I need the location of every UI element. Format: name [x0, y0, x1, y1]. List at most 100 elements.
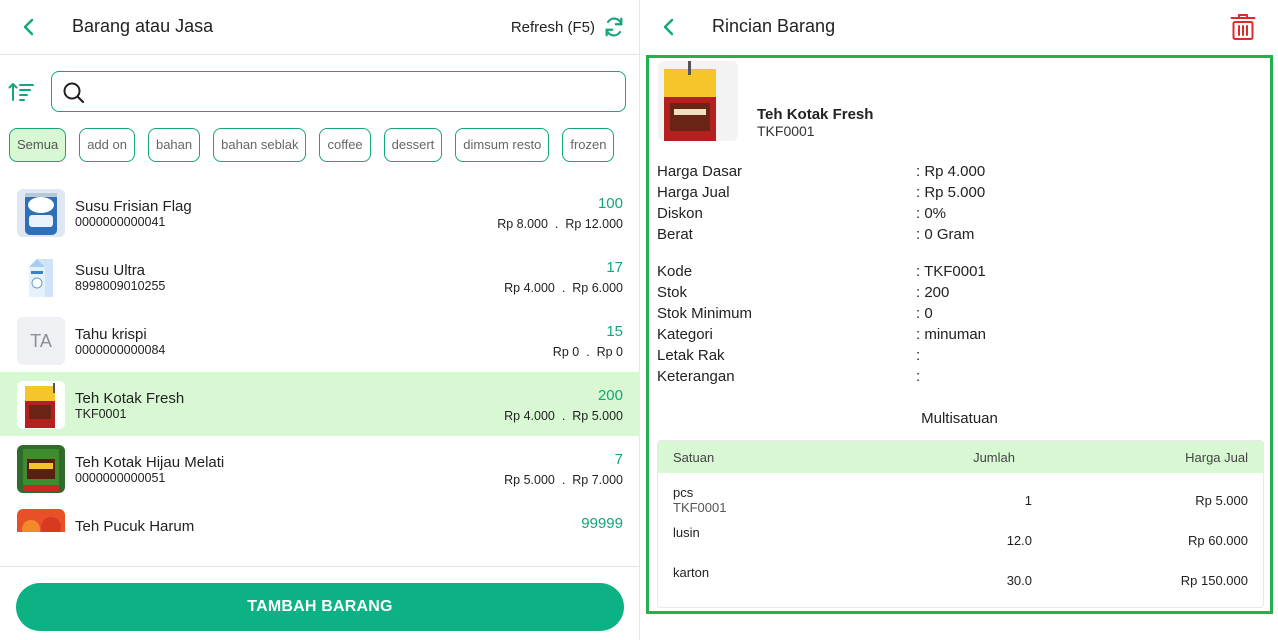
- tea-box-image: [17, 381, 65, 429]
- unit-qty: 1: [1024, 493, 1032, 508]
- search-icon: [63, 82, 85, 104]
- field-value: : 0 Gram: [916, 226, 975, 243]
- refresh-icon: [605, 17, 623, 37]
- chip-semua[interactable]: Semua: [9, 128, 67, 162]
- item-sell-price: Rp 5.000: [572, 409, 623, 423]
- unit-name: pcs: [673, 485, 694, 500]
- table-row: karton 30.0 Rp 150.000: [658, 565, 1263, 605]
- field-value: :: [916, 347, 921, 364]
- item-list: Susu Frisian Flag 0000000000041 100 Rp 8…: [0, 180, 640, 532]
- refresh-label: Refresh (F5): [510, 18, 595, 36]
- item-name: Teh Pucuk Harum: [75, 518, 195, 532]
- product-thumbnail: [17, 445, 65, 493]
- field-label: Keterangan: [657, 368, 735, 385]
- chip-add-on[interactable]: add on: [79, 128, 135, 162]
- product-initials-avatar: TA: [17, 317, 65, 365]
- field-label: Kode: [657, 263, 693, 280]
- item-sell-price: Rp 0: [596, 345, 623, 359]
- field-harga-dasar: Harga Dasar: Rp 4.000: [657, 163, 985, 180]
- item-stock: 15: [606, 323, 623, 340]
- price-separator: .: [586, 345, 590, 359]
- refresh-button[interactable]: Refresh (F5): [511, 13, 625, 41]
- item-code: 8998009010255: [75, 279, 166, 293]
- column-header-qty: Jumlah: [973, 450, 1015, 465]
- item-price: Rp 8.000 . Rp 12.000: [497, 217, 623, 231]
- list-item[interactable]: Teh Kotak Hijau Melati 0000000000051 7 R…: [0, 436, 640, 500]
- delete-button[interactable]: [1230, 13, 1256, 41]
- chip-frozen[interactable]: frozen: [562, 128, 615, 162]
- item-name: Teh Kotak Fresh: [75, 390, 185, 407]
- item-name: Tahu krispi: [75, 326, 147, 343]
- unit-qty: 12.0: [1006, 533, 1032, 548]
- chip-bahan[interactable]: bahan: [147, 128, 201, 162]
- table-row: lusin 12.0 Rp 60.000: [658, 525, 1263, 565]
- chevron-left-icon: [23, 18, 34, 36]
- back-button[interactable]: [654, 13, 682, 41]
- item-price: Rp 4.000 . Rp 5.000: [504, 409, 623, 423]
- search-input[interactable]: [96, 78, 616, 105]
- detail-header: Rincian Barang: [640, 0, 1278, 55]
- multisatuan-title: Multisatuan: [921, 410, 998, 427]
- table-header: Satuan Jumlah Harga Jual: [658, 441, 1263, 473]
- item-base-price: Rp 0: [552, 345, 580, 359]
- field-value: : 0: [916, 305, 933, 322]
- column-header-price: Harga Jual: [1185, 450, 1248, 465]
- list-item[interactable]: TA Tahu krispi 0000000000084 15 Rp 0 . R…: [0, 308, 640, 372]
- field-value: : 0%: [916, 205, 947, 222]
- field-label: Berat: [657, 226, 693, 243]
- milk-carton-image: [17, 253, 65, 301]
- unit-price: Rp 5.000: [1195, 493, 1248, 508]
- item-sell-price: Rp 12.000: [565, 217, 623, 231]
- item-list-panel: Barang atau Jasa Refresh (F5) Semua add o…: [0, 0, 640, 640]
- field-berat: Berat : 0 Gram: [657, 226, 974, 243]
- field-value: : Rp 5.000: [916, 184, 986, 201]
- chip-bahan-seblak[interactable]: bahan seblak: [213, 128, 307, 162]
- product-thumbnail: [17, 381, 65, 429]
- chip-coffee[interactable]: coffee: [319, 128, 371, 162]
- list-header: Barang atau Jasa Refresh (F5): [0, 0, 639, 55]
- unit-code: TKF0001: [673, 500, 727, 515]
- product-image: [658, 61, 738, 141]
- unit-price: Rp 150.000: [1180, 573, 1248, 588]
- price-separator: .: [554, 217, 559, 231]
- sort-button[interactable]: [8, 80, 36, 106]
- item-price: Rp 0 . Rp 0: [553, 345, 623, 359]
- multisatuan-table: Satuan Jumlah Harga Jual pcs TKF0001 1 R…: [657, 440, 1264, 608]
- item-code: 0000000000051: [75, 471, 166, 485]
- footer-divider: [0, 566, 640, 567]
- tea-box-image: [658, 61, 738, 141]
- field-stok: Stok: 200: [657, 284, 949, 301]
- tea-bottle-image: [17, 509, 65, 532]
- category-chips: Semua add on bahan bahan seblak coffee desser…: [9, 128, 640, 162]
- field-diskon: Diskon : 0%: [657, 205, 946, 222]
- item-name: Susu Ultra: [75, 262, 146, 279]
- chevron-left-icon: [663, 18, 674, 36]
- back-button[interactable]: [14, 13, 42, 41]
- item-stock: 99999: [581, 515, 623, 532]
- page-title: Barang atau Jasa: [72, 16, 214, 36]
- field-stok-minimum: Stok Minimum: 0: [657, 305, 933, 322]
- list-item-selected[interactable]: Teh Kotak Fresh TKF0001 200 Rp 4.000 . R…: [0, 372, 640, 436]
- list-item[interactable]: Susu Frisian Flag 0000000000041 100 Rp 8…: [0, 180, 640, 244]
- field-value: :: [916, 368, 921, 385]
- chip-dimsum-resto[interactable]: dimsum resto: [455, 128, 550, 162]
- field-label: Diskon: [657, 205, 703, 222]
- list-item[interactable]: Teh Pucuk Harum 99999: [0, 500, 640, 532]
- field-label: Harga Jual: [657, 184, 730, 201]
- item-code: TKF0001: [75, 407, 127, 421]
- detail-item-code: TKF0001: [757, 123, 815, 139]
- chip-dessert[interactable]: dessert: [383, 128, 443, 162]
- detail-card: Teh Kotak Fresh TKF0001 Harga Dasar: Rp …: [646, 55, 1273, 614]
- field-kode: Kode : TKF0001: [657, 263, 986, 280]
- field-value: : 200: [916, 284, 950, 301]
- item-detail-panel: Rincian Barang Teh Kotak Fresh TKF0001 H…: [640, 0, 1278, 640]
- list-item[interactable]: Susu Ultra 8998009010255 17 Rp 4.000 . R…: [0, 244, 640, 308]
- item-stock: 100: [597, 195, 623, 212]
- field-value: : minuman: [916, 326, 987, 343]
- item-sell-price: Rp 7.000: [572, 473, 623, 487]
- field-value: : TKF0001: [916, 263, 986, 280]
- add-item-button[interactable]: TAMBAH BARANG: [16, 583, 624, 631]
- sort-icon: [8, 83, 34, 101]
- column-header-unit: Satuan: [673, 450, 715, 465]
- item-base-price: Rp 4.000: [504, 409, 555, 423]
